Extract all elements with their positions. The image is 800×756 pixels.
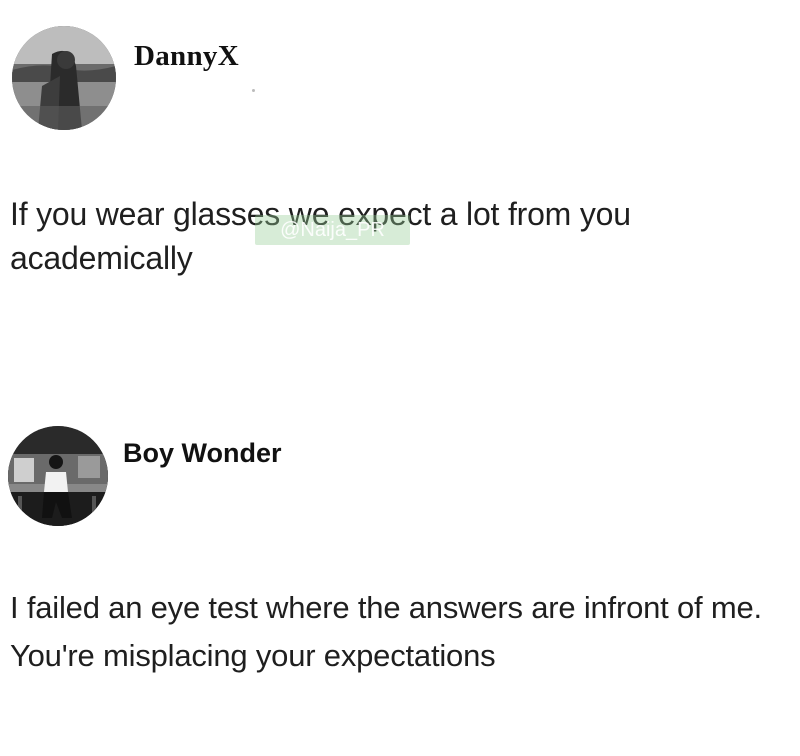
post-text: I failed an eye test where the answers a… <box>10 590 762 673</box>
separator-dot <box>252 89 255 92</box>
avatar[interactable] <box>8 426 108 526</box>
post-boy-wonder: Boy Wonder I failed an eye test where th… <box>0 412 800 756</box>
username[interactable]: Boy Wonder <box>123 438 282 469</box>
avatar-photo <box>12 26 116 130</box>
avatar[interactable] <box>12 26 116 130</box>
post-text: If you wear glasses we expect a lot from… <box>10 196 631 276</box>
post-dannyx: DannyX If you wear glasses we expect a l… <box>0 0 800 330</box>
avatar-photo <box>8 426 108 526</box>
username[interactable]: DannyX <box>134 40 239 73</box>
